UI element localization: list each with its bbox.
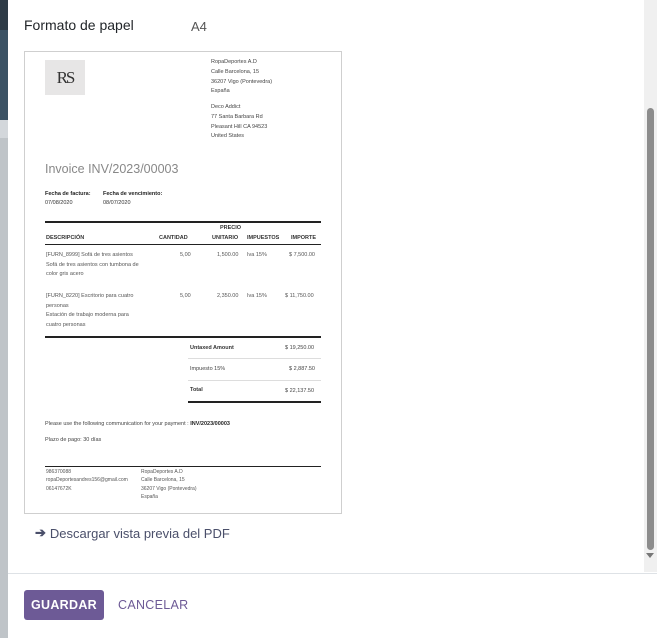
arrow-right-icon: ➔ bbox=[35, 525, 46, 540]
invoice-date: Fecha de factura: 07/08/2020 bbox=[45, 191, 91, 206]
pdf-preview-dialog: Formato de papel A4 RS RopaDeportes A.D … bbox=[8, 0, 657, 638]
dialog-scrollbar[interactable] bbox=[644, 0, 657, 572]
line-2-taxes: Iva 15% bbox=[247, 293, 267, 299]
paper-format-value[interactable]: A4 bbox=[191, 19, 207, 34]
table-header-rule bbox=[45, 244, 321, 245]
save-button[interactable]: GUARDAR bbox=[24, 590, 104, 620]
col-unit-price-line2: UNITARIO bbox=[212, 235, 239, 241]
col-unit-price-line1: PRECIO bbox=[220, 225, 242, 231]
total-value: $ 22,137.50 bbox=[285, 388, 315, 394]
invoice-title: Invoice INV/2023/00003 bbox=[45, 162, 179, 176]
line-2-quantity: 5,00 bbox=[180, 293, 191, 299]
download-pdf-preview-label: Descargar vista previa del PDF bbox=[49, 525, 230, 541]
scroll-thumb[interactable] bbox=[647, 108, 654, 550]
col-quantity: CANTIDAD bbox=[159, 235, 188, 241]
company-logo: RS bbox=[45, 60, 85, 95]
payment-communication: Please use the following communication f… bbox=[45, 421, 230, 427]
customer-address: Deco Addict 77 Santa Barbara Rd Pleasant… bbox=[211, 104, 268, 140]
tax-label: Impuesto 15% bbox=[190, 366, 226, 372]
line-2-unit-price: 2,350.00 bbox=[217, 293, 239, 299]
line-2-amount: $ 11,750.00 bbox=[285, 293, 314, 299]
scroll-down-arrow-icon[interactable] bbox=[646, 553, 654, 558]
company-address: RopaDeportes A.D Calle Barcelona, 15 362… bbox=[211, 59, 273, 95]
footer-company-address: RopaDeportes A.D Calle Barcelona, 15 362… bbox=[141, 469, 197, 500]
col-description: DESCRIPCIÓN bbox=[46, 235, 85, 241]
total-label: Total bbox=[190, 387, 203, 393]
untaxed-label: Untaxed Amount bbox=[190, 345, 234, 351]
dialog-footer: GUARDAR CANCELAR bbox=[8, 573, 657, 639]
line-1-description: [FURN_8999] Sofá de tres asientos Sofá d… bbox=[46, 252, 139, 277]
background-app-overlay bbox=[0, 0, 8, 638]
line-1-unit-price: 1,500.00 bbox=[217, 252, 239, 258]
paper-format-row: Formato de papel A4 bbox=[24, 17, 324, 37]
payment-terms: Plazo de pago: 30 días bbox=[45, 437, 102, 443]
paper-format-label: Formato de papel bbox=[24, 17, 134, 33]
footer-contact: 986370088 ropaDeportesandres156@gmail.co… bbox=[46, 469, 128, 492]
footer-rule bbox=[45, 466, 321, 467]
line-1-taxes: Iva 15% bbox=[247, 252, 267, 258]
tax-value: $ 2,887.50 bbox=[289, 366, 315, 372]
col-taxes: IMPUESTOS bbox=[247, 235, 280, 241]
invoice-preview: RS RopaDeportes A.D Calle Barcelona, 15 … bbox=[24, 51, 342, 514]
table-bottom-rule bbox=[45, 336, 321, 338]
cancel-button[interactable]: CANCELAR bbox=[118, 590, 188, 620]
totals-bottom-rule bbox=[188, 401, 321, 403]
line-1-amount: $ 7,500.00 bbox=[289, 252, 315, 258]
download-pdf-preview-link[interactable]: ➔ Descargar vista previa del PDF bbox=[35, 525, 230, 541]
col-amount: IMPORTE bbox=[291, 235, 317, 241]
line-1-quantity: 5,00 bbox=[180, 252, 191, 258]
due-date: Fecha de vencimiento: 08/07/2020 bbox=[103, 191, 163, 206]
table-top-rule bbox=[45, 221, 321, 223]
untaxed-value: $ 19,250.00 bbox=[285, 345, 315, 351]
line-2-description: [FURN_8220] Escritorio para cuatro perso… bbox=[46, 293, 134, 328]
